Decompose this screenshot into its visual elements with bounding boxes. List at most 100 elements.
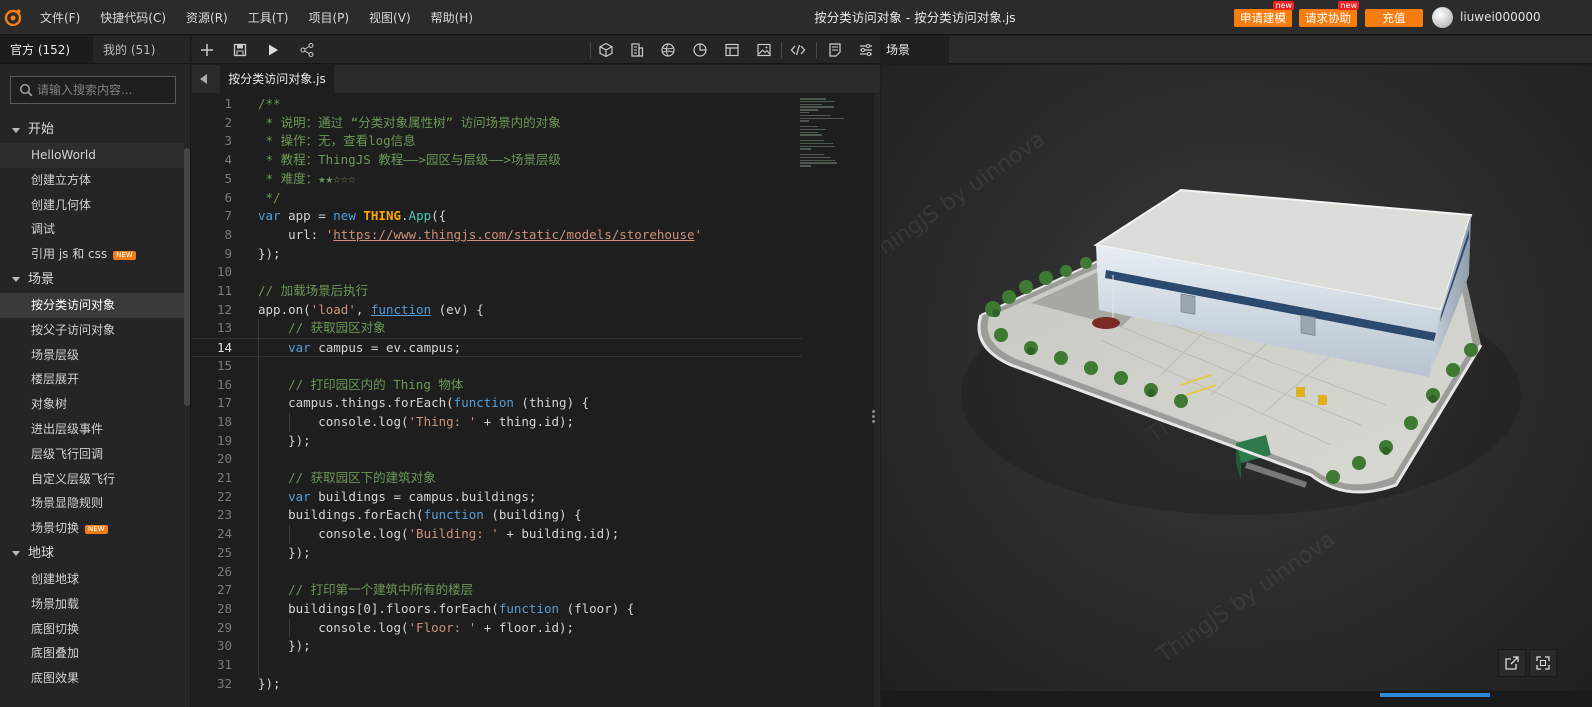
tab-file[interactable]: 按分类访问对象.js (220, 65, 334, 93)
code-line[interactable]: 19 }); (192, 432, 802, 451)
search-input[interactable] (37, 83, 173, 97)
code-line[interactable]: 7 var app = new THING.App({ (192, 207, 802, 226)
globe-icon[interactable] (660, 42, 676, 58)
code-line[interactable]: 15 (192, 357, 802, 376)
code-editor[interactable]: 1/** 2 * 说明：通过 “分类对象属性树” 访问场景内的对象 3 * 操作：无… (192, 94, 880, 707)
add-icon[interactable] (199, 42, 215, 58)
code-line[interactable]: 1 /** (192, 95, 802, 114)
pie-chart-icon[interactable] (692, 42, 708, 58)
notes-icon[interactable] (827, 42, 843, 58)
menu-item[interactable]: 资源(R) (186, 9, 228, 26)
code-line[interactable]: 10 (192, 263, 802, 282)
settings-icon[interactable] (858, 42, 874, 58)
thingjs-logo-icon[interactable] (4, 8, 22, 27)
tree-item[interactable]: 底图切换 (0, 617, 184, 642)
tree-section[interactable]: 地球 (0, 541, 184, 567)
recharge-button[interactable]: 充值 (1365, 9, 1423, 27)
tree-item[interactable]: 场景显隐规则 (0, 491, 184, 516)
tree-item[interactable]: 底图效果 (0, 666, 184, 691)
code-line[interactable]: 27 // 打印第一个建筑中所有的楼层 (192, 581, 802, 600)
tree-item[interactable]: 层级飞行回调 (0, 442, 184, 467)
tree-item[interactable]: 底图叠加 (0, 641, 184, 666)
panel-resize-handle[interactable] (872, 410, 876, 428)
code-line[interactable]: 11 // 加载场景后执行 (192, 282, 802, 301)
code-line[interactable]: 16 // 打印园区内的 Thing 物体 (192, 376, 802, 395)
apply-modeling-button[interactable]: 申请建模 new (1234, 1, 1294, 27)
building-icon[interactable] (629, 42, 645, 58)
username[interactable]: liuwei000000 (1460, 0, 1541, 35)
editor-toolbar (192, 36, 880, 64)
code-line[interactable]: 6 */ (192, 189, 802, 208)
tab-official[interactable]: 官方 (152) (0, 36, 93, 63)
menu-item[interactable]: 文件(F) (40, 9, 80, 26)
editor-scrollbar[interactable] (874, 94, 880, 707)
tree-item[interactable]: 按分类访问对象 (0, 292, 184, 318)
avatar[interactable] (1432, 7, 1453, 28)
main-menu: 文件(F) 快捷代码(C) 资源(R) 工具(T) 项目(P) 视图(V) 帮助(H) (30, 0, 483, 35)
code-line[interactable]: 8 url: 'https://www.thingjs.com/static/m… (192, 226, 802, 245)
cube-icon[interactable] (598, 42, 614, 58)
collapse-panel-icon[interactable] (200, 74, 207, 84)
code-line[interactable]: 21 // 获取园区下的建筑对象 (192, 469, 802, 488)
tree-section[interactable]: 场景 (0, 267, 184, 293)
code-line[interactable]: 17 campus.things.forEach(function (thing… (192, 394, 802, 413)
tree-item[interactable]: 创建立方体 (0, 168, 184, 193)
code-line[interactable]: 31 (192, 656, 802, 675)
code-line[interactable]: 29 console.log('Floor: ' + floor.id); (192, 619, 802, 638)
code-line[interactable]: 22 var buildings = campus.buildings; (192, 488, 802, 507)
code-line[interactable]: 3 * 操作：无，查看log信息 (192, 132, 802, 151)
menu-item[interactable]: 工具(T) (248, 9, 289, 26)
code-line[interactable]: 32}); (192, 675, 802, 694)
run-icon[interactable] (265, 42, 281, 58)
fullscreen-icon[interactable] (1529, 649, 1557, 677)
code-icon[interactable] (790, 42, 806, 58)
tree-item[interactable]: 调试 (0, 217, 184, 242)
image-icon[interactable] (756, 42, 772, 58)
code-line[interactable]: 12 app.on('load', function (ev) { (192, 301, 802, 320)
code-line[interactable]: 23 buildings.forEach(function (building)… (192, 506, 802, 525)
code-line[interactable]: 20 (192, 450, 802, 469)
tree-item[interactable]: 创建地球 (0, 567, 184, 592)
code-line[interactable]: 2 * 说明：通过 “分类对象属性树” 访问场景内的对象 (192, 114, 802, 133)
menu-item[interactable]: 项目(P) (308, 9, 349, 26)
tree-item[interactable]: 场景层级 (0, 343, 184, 368)
menu-item[interactable]: 视图(V) (369, 9, 411, 26)
code-line[interactable]: 26 (192, 563, 802, 582)
scene-viewport[interactable]: ThingJS by uinnova ThingJS by uinnova Th… (881, 65, 1592, 691)
external-link-icon[interactable] (1498, 649, 1526, 677)
tab-mine[interactable]: 我的 (51) (93, 36, 186, 63)
tree-section[interactable]: 开始 (0, 117, 184, 143)
layout-icon[interactable] (724, 42, 740, 58)
tree-item[interactable]: 楼层展开 (0, 367, 184, 392)
code-line[interactable]: 4 * 教程：ThingJS 教程——>园区与层级——>场景层级 (192, 151, 802, 170)
menu-item[interactable]: 快捷代码(C) (100, 9, 166, 26)
tree-item[interactable]: 场景切换 NEW (0, 516, 184, 541)
menu-item[interactable]: 帮助(H) (431, 9, 473, 26)
code-line[interactable]: 30 }); (192, 637, 802, 656)
code-line[interactable]: 13 // 获取园区对象 (192, 319, 802, 338)
code-line[interactable]: 24 console.log('Building: ' + building.i… (192, 525, 802, 544)
request-assist-button[interactable]: 请求协助 new (1299, 1, 1359, 27)
code-line[interactable]: 14 var campus = ev.campus; (192, 338, 802, 357)
tree-item[interactable]: 创建几何体 (0, 193, 184, 218)
minimap[interactable] (800, 98, 844, 167)
tree-item[interactable]: 引用 js 和 css NEW (0, 242, 184, 267)
code-line[interactable]: 25 }); (192, 544, 802, 563)
code-line[interactable]: 5 * 难度：★★☆☆☆ (192, 170, 802, 189)
tree-item[interactable]: 按父子访问对象 (0, 318, 184, 343)
tree-item[interactable]: 对象树 (0, 392, 184, 417)
new-tag: new (1338, 1, 1359, 10)
left-scrollbar[interactable] (184, 148, 190, 406)
tab-scene[interactable]: 场景 (881, 36, 949, 64)
tree-item[interactable]: 场景加载 (0, 592, 184, 617)
code-line[interactable]: 9}); (192, 245, 802, 264)
warehouse-model[interactable] (881, 65, 1592, 691)
code-line[interactable]: 28 buildings[0].floors.forEach(function … (192, 600, 802, 619)
search-icon (19, 83, 33, 97)
share-icon[interactable] (299, 42, 315, 58)
code-line[interactable]: 18 console.log('Thing: ' + thing.id); (192, 413, 802, 432)
tree-item[interactable]: 自定义层级飞行 (0, 467, 184, 492)
tree-item[interactable]: 进出层级事件 (0, 417, 184, 442)
tree-item[interactable]: HelloWorld (0, 143, 184, 168)
save-icon[interactable] (232, 42, 248, 58)
